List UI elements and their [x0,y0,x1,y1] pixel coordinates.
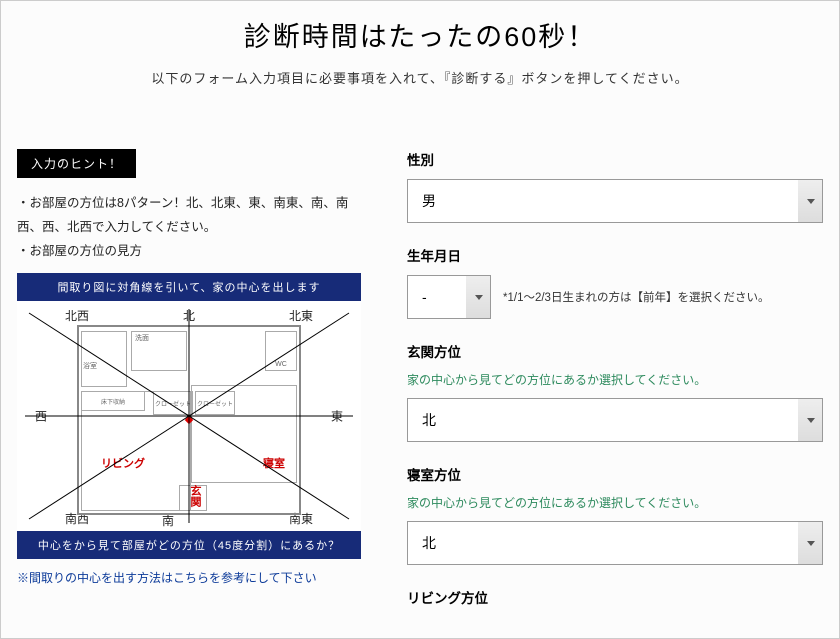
room-living-box [81,391,191,511]
birth-note: *1/1～2/3日生まれの方は【前年】を選択ください。 [503,289,769,305]
entrance-direction-label: 玄関方位 [407,341,823,361]
room-wc: WC [265,331,297,371]
living-direction-label: リビング方位 [407,587,823,607]
room-entrance-label: 玄関 [187,485,203,507]
bedroom-direction-label: 寝室方位 [407,464,823,484]
bedroom-direction-help: 家の中心から見てどの方位にあるか選択してください。 [407,494,823,511]
diagram-top-bar: 間取り図に対角線を引いて、家の中心を出します [17,273,361,301]
room-bath [81,331,127,387]
bedroom-direction-select[interactable]: 北 [407,521,823,565]
diagram-bottom-bar: 中心をから見て部屋がどの方位（45度分割）にあるか？ [17,531,361,559]
dir-northeast: 北東 [289,307,313,324]
page-title: 診断時間はたったの60秒！ [1,15,839,54]
hint-badge: 入力のヒント！ [17,149,136,178]
hint-line-2: ・お部屋の方位の見方 [17,240,369,264]
gender-select[interactable]: 男 [407,179,823,223]
dir-west: 西 [35,408,47,425]
page-subtitle: 以下のフォーム入力項目に必要事項を入れて、『診断する』ボタンを押してください。 [1,68,839,87]
floorplan-diagram: 北 南 東 西 北東 北西 南東 南西 浴室 洗面 WC 床下収納 クローゼット… [17,301,361,531]
room-bedroom-label: 寝室 [263,455,285,471]
dir-northwest: 北西 [65,307,89,324]
room-bath-label: 浴室 [83,361,97,371]
entrance-direction-help: 家の中心から見てどの方位にあるか選択してください。 [407,371,823,388]
dir-north: 北 [183,307,195,324]
hint-line-1: ・お部屋の方位は8パターン！北、北東、東、南東、南、南西、西、北西で入力してくだ… [17,192,369,240]
entrance-direction-select[interactable]: 北 [407,398,823,442]
room-wash-label: 洗面 [135,333,149,343]
center-method-link[interactable]: ※間取りの中心を出す方法はこちらを参考にして下さい [17,569,317,586]
birthdate-label: 生年月日 [407,245,823,265]
room-living-label: リビング [101,455,145,471]
gender-label: 性別 [407,149,823,169]
dir-east: 東 [331,408,343,425]
birth-year-select[interactable]: - [407,275,491,319]
